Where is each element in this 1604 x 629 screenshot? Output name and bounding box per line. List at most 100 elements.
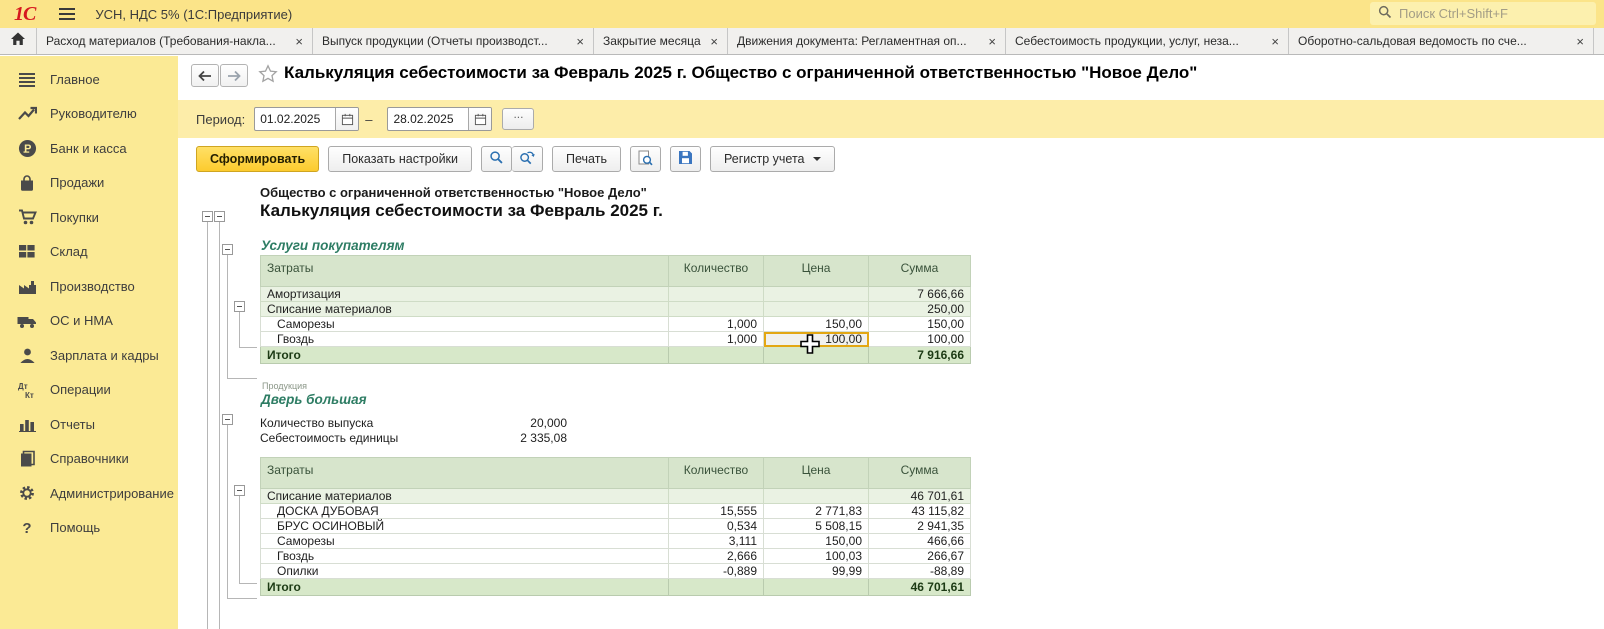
- collapse-group-button[interactable]: [222, 414, 233, 425]
- sidebar-item-склад[interactable]: Склад: [0, 235, 178, 270]
- sidebar-item-зарплата-и-кадры[interactable]: Зарплата и кадры: [0, 338, 178, 373]
- cell-price[interactable]: 150,00: [764, 534, 869, 549]
- collapse-level-button[interactable]: [214, 211, 225, 222]
- cell-price[interactable]: 100,00: [764, 332, 869, 347]
- cell-sum[interactable]: -88,89: [869, 564, 971, 579]
- cell-price[interactable]: [764, 302, 869, 317]
- forward-button[interactable]: [220, 64, 248, 87]
- sidebar-item-администрирование[interactable]: Администрирование: [0, 476, 178, 511]
- cell-sum[interactable]: 46 701,61: [869, 489, 971, 504]
- cell-qty[interactable]: [669, 287, 764, 302]
- sidebar-item-главное[interactable]: Главное: [0, 62, 178, 97]
- cell-qty[interactable]: 15,555: [669, 504, 764, 519]
- cell-name[interactable]: Списание материалов: [261, 489, 669, 504]
- column-header[interactable]: Количество: [669, 256, 764, 287]
- find-next-button[interactable]: [512, 146, 543, 172]
- cell-sum[interactable]: 43 115,82: [869, 504, 971, 519]
- cell-sum[interactable]: 250,00: [869, 302, 971, 317]
- cell-price[interactable]: [764, 347, 869, 364]
- sidebar-item-операции[interactable]: ДтКтОперации: [0, 373, 178, 408]
- column-header[interactable]: Затраты: [261, 458, 669, 489]
- column-header[interactable]: Цена: [764, 256, 869, 287]
- main-menu-icon[interactable]: [59, 8, 75, 20]
- cell-qty[interactable]: [669, 302, 764, 317]
- sidebar-item-продажи[interactable]: Продажи: [0, 166, 178, 201]
- cell-name[interactable]: Итого: [261, 579, 669, 596]
- cell-price[interactable]: 100,03: [764, 549, 869, 564]
- cell-qty[interactable]: -0,889: [669, 564, 764, 579]
- cell-qty[interactable]: 0,534: [669, 519, 764, 534]
- cell-price[interactable]: 2 771,83: [764, 504, 869, 519]
- tab[interactable]: Себестоимость продукции, услуг, неза...×: [1006, 28, 1289, 54]
- sidebar-item-отчеты[interactable]: Отчеты: [0, 407, 178, 442]
- cell-price[interactable]: [764, 489, 869, 504]
- sidebar-item-помощь[interactable]: ?Помощь: [0, 511, 178, 546]
- sidebar-item-покупки[interactable]: Покупки: [0, 200, 178, 235]
- cell-sum[interactable]: 466,66: [869, 534, 971, 549]
- find-button[interactable]: [481, 146, 512, 172]
- calendar-icon[interactable]: [468, 108, 491, 130]
- show-settings-button[interactable]: Показать настройки: [328, 146, 472, 172]
- favorite-star-icon[interactable]: [258, 64, 278, 89]
- cell-sum[interactable]: 46 701,61: [869, 579, 971, 596]
- tab[interactable]: Выпуск продукции (Отчеты производст...×: [313, 28, 594, 54]
- period-more-button[interactable]: ...: [502, 108, 534, 130]
- sidebar-item-производство[interactable]: Производство: [0, 269, 178, 304]
- cell-sum[interactable]: 7 916,66: [869, 347, 971, 364]
- period-to-input[interactable]: 28.02.2025: [388, 108, 468, 130]
- global-search-input[interactable]: Поиск Ctrl+Shift+F: [1370, 2, 1596, 25]
- cell-qty[interactable]: [669, 579, 764, 596]
- cell-name[interactable]: БРУС ОСИНОВЫЙ: [261, 519, 669, 534]
- cell-qty[interactable]: 3,111: [669, 534, 764, 549]
- cell-name[interactable]: Саморезы: [261, 317, 669, 332]
- collapse-group-button[interactable]: [234, 301, 245, 312]
- sidebar-item-банк-и-касса[interactable]: РБанк и касса: [0, 131, 178, 166]
- column-header[interactable]: Сумма: [869, 458, 971, 489]
- sidebar-item-ос-и-нма[interactable]: ОС и НМА: [0, 304, 178, 339]
- cell-name[interactable]: Итого: [261, 347, 669, 364]
- cell-qty[interactable]: [669, 489, 764, 504]
- tab[interactable]: Закрытие месяца×: [594, 28, 728, 54]
- cell-sum[interactable]: 150,00: [869, 317, 971, 332]
- print-preview-button[interactable]: [630, 146, 661, 172]
- tab[interactable]: Расход материалов (Требования-накла...×: [37, 28, 313, 54]
- cell-price[interactable]: [764, 287, 869, 302]
- collapse-group-button[interactable]: [234, 485, 245, 496]
- close-icon[interactable]: ×: [710, 35, 718, 48]
- cell-price[interactable]: 5 508,15: [764, 519, 869, 534]
- tab[interactable]: Оборотно-сальдовая ведомость по сче...×: [1289, 28, 1594, 54]
- cell-sum[interactable]: 7 666,66: [869, 287, 971, 302]
- cell-qty[interactable]: 2,666: [669, 549, 764, 564]
- print-button[interactable]: Печать: [552, 146, 621, 172]
- close-icon[interactable]: ×: [576, 35, 584, 48]
- column-header[interactable]: Цена: [764, 458, 869, 489]
- cell-qty[interactable]: [669, 347, 764, 364]
- cell-name[interactable]: Опилки: [261, 564, 669, 579]
- home-tab[interactable]: [0, 28, 37, 54]
- cell-name[interactable]: Списание материалов: [261, 302, 669, 317]
- cell-name[interactable]: Гвоздь: [261, 332, 669, 347]
- back-button[interactable]: [191, 64, 219, 87]
- cell-name[interactable]: ДОСКА ДУБОВАЯ: [261, 504, 669, 519]
- save-button[interactable]: [670, 146, 701, 172]
- period-from-input[interactable]: 01.02.2025: [255, 108, 335, 130]
- cell-sum[interactable]: 266,67: [869, 549, 971, 564]
- cell-price[interactable]: [764, 579, 869, 596]
- sidebar-item-справочники[interactable]: Справочники: [0, 442, 178, 477]
- cell-price[interactable]: 150,00: [764, 317, 869, 332]
- cell-price[interactable]: 99,99: [764, 564, 869, 579]
- close-icon[interactable]: ×: [295, 35, 303, 48]
- cell-sum[interactable]: 100,00: [869, 332, 971, 347]
- cell-sum[interactable]: 2 941,35: [869, 519, 971, 534]
- sidebar-item-руководителю[interactable]: Руководителю: [0, 97, 178, 132]
- cell-name[interactable]: Саморезы: [261, 534, 669, 549]
- close-icon[interactable]: ×: [988, 35, 996, 48]
- close-icon[interactable]: ×: [1576, 35, 1584, 48]
- generate-button[interactable]: Сформировать: [196, 146, 319, 172]
- cell-qty[interactable]: 1,000: [669, 317, 764, 332]
- close-icon[interactable]: ×: [1271, 35, 1279, 48]
- collapse-level-button[interactable]: [202, 211, 213, 222]
- column-header[interactable]: Затраты: [261, 256, 669, 287]
- cell-name[interactable]: Гвоздь: [261, 549, 669, 564]
- column-header[interactable]: Количество: [669, 458, 764, 489]
